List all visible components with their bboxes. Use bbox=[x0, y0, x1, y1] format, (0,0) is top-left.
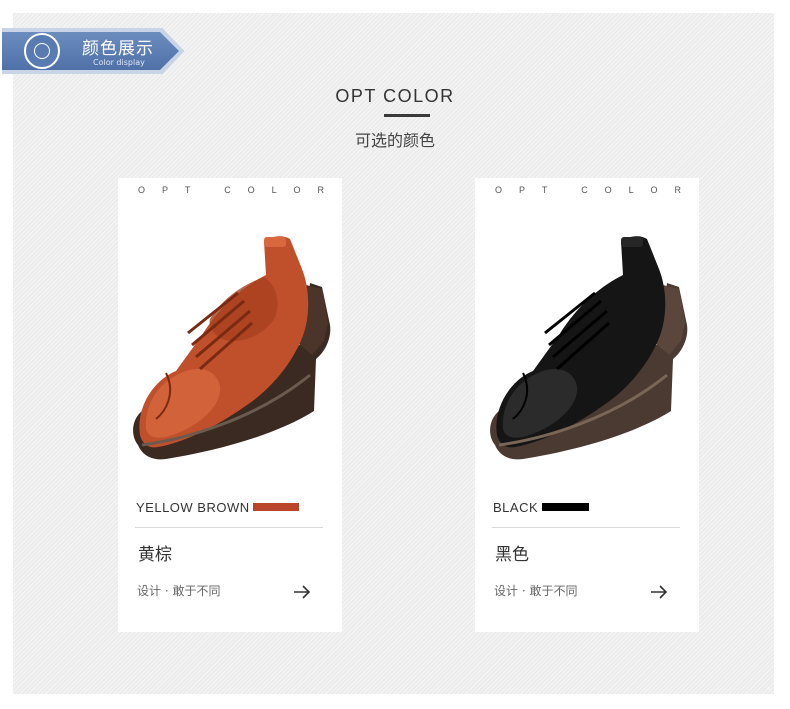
card-divider bbox=[135, 527, 323, 528]
shoe-image-brown bbox=[133, 236, 331, 460]
ribbon-subtitle: Color display bbox=[93, 58, 145, 67]
section-heading: OPT COLOR bbox=[335, 86, 455, 106]
card-tagline: 设计 · 敢于不同 bbox=[494, 584, 578, 598]
section-ribbon: 颜色展示 Color display bbox=[2, 28, 184, 74]
card-divider bbox=[492, 527, 680, 528]
card-tagline: 设计 · 敢于不同 bbox=[137, 584, 221, 598]
color-name-cn: 黄棕 bbox=[138, 545, 172, 565]
brand-logo-icon bbox=[24, 33, 60, 69]
ribbon-title: 颜色展示 bbox=[82, 39, 154, 59]
color-swatch bbox=[542, 503, 589, 511]
color-name-label: BLACK bbox=[493, 500, 539, 515]
opt-color-caption: OPTCOLOR bbox=[495, 185, 681, 195]
color-name-label: YELLOW BROWN bbox=[136, 500, 250, 515]
section-subheading: 可选的颜色 bbox=[354, 131, 435, 150]
color-swatch bbox=[253, 503, 299, 511]
color-name-cn: 黑色 bbox=[495, 545, 529, 565]
shoe-image-black bbox=[490, 236, 688, 460]
heading-divider bbox=[384, 114, 430, 117]
arrow-right-icon[interactable] bbox=[650, 584, 668, 600]
color-card-yellow-brown[interactable]: OPTCOLOR YELLOW BROWN 黄棕 设计 · 敢于不同 bbox=[118, 178, 342, 632]
color-card-black[interactable]: OPTCOLOR BLACK 黑色 设计 · 敢于不同 bbox=[475, 178, 699, 632]
arrow-right-icon[interactable] bbox=[293, 584, 311, 600]
opt-color-caption: OPTCOLOR bbox=[138, 185, 324, 195]
